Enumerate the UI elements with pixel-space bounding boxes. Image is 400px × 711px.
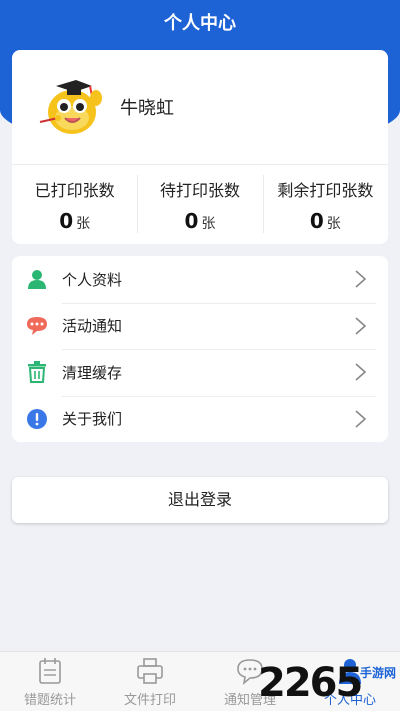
profile-card: 牛晓虹 已打印张数 0张 待打印张数 0张 剩余打印张数 0张	[12, 50, 388, 244]
trash-icon	[25, 360, 49, 384]
watermark-number: 2265	[258, 660, 363, 706]
menu-label: 活动通知	[62, 317, 123, 336]
stat-label: 已打印张数	[34, 181, 115, 200]
chevron-right-icon	[355, 270, 367, 288]
stat-value: 0张	[137, 209, 262, 233]
menu-label: 个人资料	[62, 270, 123, 289]
person-icon	[25, 267, 49, 291]
tab-file-print[interactable]: 文件打印	[100, 652, 200, 711]
stat-number: 0	[309, 209, 324, 233]
stat-number: 0	[184, 209, 199, 233]
stat-unit: 张	[76, 216, 91, 232]
stat-printed: 已打印张数 0张	[12, 165, 137, 244]
menu-label: 清理缓存	[62, 363, 123, 382]
info-icon	[25, 407, 49, 431]
menu-item-notifications[interactable]: 活动通知	[12, 302, 388, 350]
tab-label: 文件打印	[123, 693, 176, 708]
page-title: 个人中心	[164, 13, 236, 34]
stat-label: 待打印张数	[159, 181, 240, 200]
stat-pending: 待打印张数 0张	[137, 165, 262, 244]
avatar[interactable]	[36, 72, 106, 140]
stat-value: 0张	[263, 209, 388, 233]
printer-icon	[137, 658, 163, 684]
menu-item-about[interactable]: 关于我们	[12, 395, 388, 443]
username: 牛晓虹	[120, 98, 174, 119]
stat-label: 剩余打印张数	[277, 181, 374, 200]
watermark: 2265 手游网	[258, 660, 398, 706]
watermark-text: 手游网	[359, 666, 396, 680]
stat-remaining: 剩余打印张数 0张	[262, 165, 388, 244]
tab-error-stats[interactable]: 错题统计	[0, 652, 100, 711]
logout-button[interactable]: 退出登录	[12, 477, 388, 523]
menu-label: 关于我们	[62, 410, 123, 429]
stat-number: 0	[59, 209, 74, 233]
chevron-right-icon	[355, 410, 367, 428]
stat-unit: 张	[201, 216, 216, 232]
menu-item-profile[interactable]: 个人资料	[12, 256, 388, 303]
menu-item-clear-cache[interactable]: 清理缓存	[12, 349, 388, 396]
chevron-right-icon	[355, 317, 367, 335]
calendar-icon	[39, 658, 61, 684]
chevron-right-icon	[355, 363, 367, 381]
tab-label: 错题统计	[23, 693, 76, 708]
stat-unit: 张	[326, 216, 341, 232]
stat-value: 0张	[12, 209, 137, 233]
menu-card: 个人资料 活动通知 清理缓存 关于我们	[12, 256, 388, 442]
print-stats: 已打印张数 0张 待打印张数 0张 剩余打印张数 0张	[12, 165, 388, 244]
chat-bubble-icon	[25, 314, 49, 338]
